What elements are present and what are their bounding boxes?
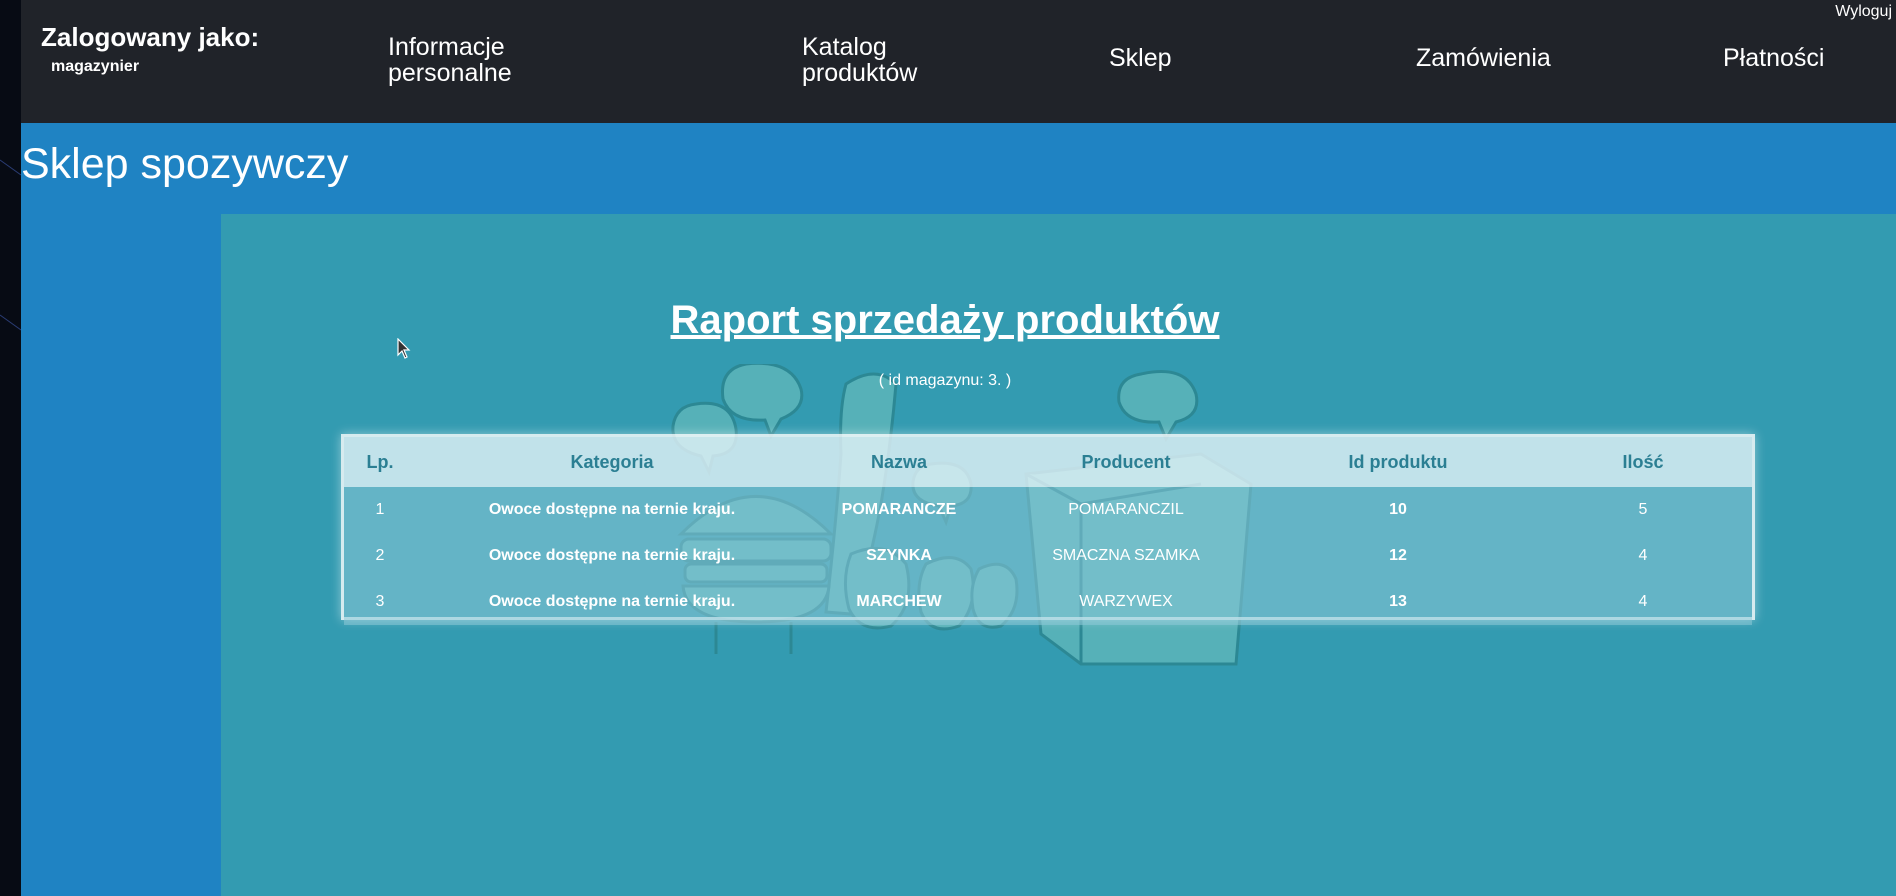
cell-name: POMARANCZE bbox=[808, 487, 990, 533]
cell-quantity: 4 bbox=[1534, 579, 1752, 625]
table-header-row: Lp. Kategoria Nazwa Producent Id produkt… bbox=[344, 437, 1752, 487]
cell-producer: SMACZNA SZAMKA bbox=[990, 533, 1262, 579]
table-row: 1 Owoce dostępne na ternie kraju. POMARA… bbox=[344, 487, 1752, 533]
table-row: 3 Owoce dostępne na ternie kraju. MARCHE… bbox=[344, 579, 1752, 625]
cell-category: Owoce dostępne na ternie kraju. bbox=[416, 533, 808, 579]
nav-shop-label: Sklep bbox=[1109, 44, 1172, 72]
cell-quantity: 5 bbox=[1534, 487, 1752, 533]
cell-lp: 1 bbox=[344, 487, 416, 533]
nav-personal-info-label: Informacje personalne bbox=[388, 33, 512, 87]
page-title: Sklep spozywczy bbox=[21, 140, 349, 188]
sales-report-table: Lp. Kategoria Nazwa Producent Id produkt… bbox=[341, 434, 1755, 625]
logout-link[interactable]: Wyloguj bbox=[1835, 3, 1892, 21]
cell-producer: POMARANCZIL bbox=[990, 487, 1262, 533]
report-title: Raport sprzedaży produktów bbox=[670, 298, 1220, 342]
nav-payments[interactable]: Płatności bbox=[1723, 45, 1824, 71]
cell-lp: 2 bbox=[344, 533, 416, 579]
top-navbar: Zalogowany jako: magazynier Informacje p… bbox=[21, 0, 1896, 123]
cell-product-id: 10 bbox=[1262, 487, 1534, 533]
cell-quantity: 4 bbox=[1534, 533, 1752, 579]
table-row: 2 Owoce dostępne na ternie kraju. SZYNKA… bbox=[344, 533, 1752, 579]
nav-orders[interactable]: Zamówienia bbox=[1416, 45, 1551, 71]
desktop-edge bbox=[0, 0, 21, 896]
cell-name: SZYNKA bbox=[808, 533, 990, 579]
cell-product-id: 12 bbox=[1262, 533, 1534, 579]
cell-name: MARCHEW bbox=[808, 579, 990, 625]
column-header-producer: Producent bbox=[990, 437, 1262, 487]
cell-product-id: 13 bbox=[1262, 579, 1534, 625]
cell-lp: 3 bbox=[344, 579, 416, 625]
username: magazynier bbox=[51, 58, 140, 75]
warehouse-id: ( id magazynu: 3. ) bbox=[878, 372, 1012, 389]
cell-category: Owoce dostępne na ternie kraju. bbox=[416, 487, 808, 533]
nav-product-catalog[interactable]: Katalog produktów bbox=[802, 34, 932, 86]
column-header-product-id: Id produktu bbox=[1262, 437, 1534, 487]
column-header-category: Kategoria bbox=[416, 437, 808, 487]
column-header-lp: Lp. bbox=[344, 437, 416, 487]
nav-shop[interactable]: Sklep bbox=[1109, 45, 1172, 71]
login-label: Zalogowany jako: bbox=[41, 22, 260, 52]
nav-payments-label: Płatności bbox=[1723, 44, 1825, 72]
nav-orders-label: Zamówienia bbox=[1416, 44, 1551, 72]
mouse-cursor-icon bbox=[397, 338, 411, 359]
cell-category: Owoce dostępne na ternie kraju. bbox=[416, 579, 808, 625]
column-header-quantity: Ilość bbox=[1534, 437, 1752, 487]
cell-producer: WARZYWEX bbox=[990, 579, 1262, 625]
desktop-wallpaper bbox=[0, 159, 21, 331]
column-header-name: Nazwa bbox=[808, 437, 990, 487]
app-window: Zalogowany jako: magazynier Informacje p… bbox=[21, 0, 1896, 896]
nav-product-catalog-label: Katalog produktów bbox=[802, 33, 918, 87]
nav-personal-info[interactable]: Informacje personalne bbox=[388, 34, 538, 86]
content-panel: Raport sprzedaży produktów ( id magazynu… bbox=[221, 214, 1896, 896]
